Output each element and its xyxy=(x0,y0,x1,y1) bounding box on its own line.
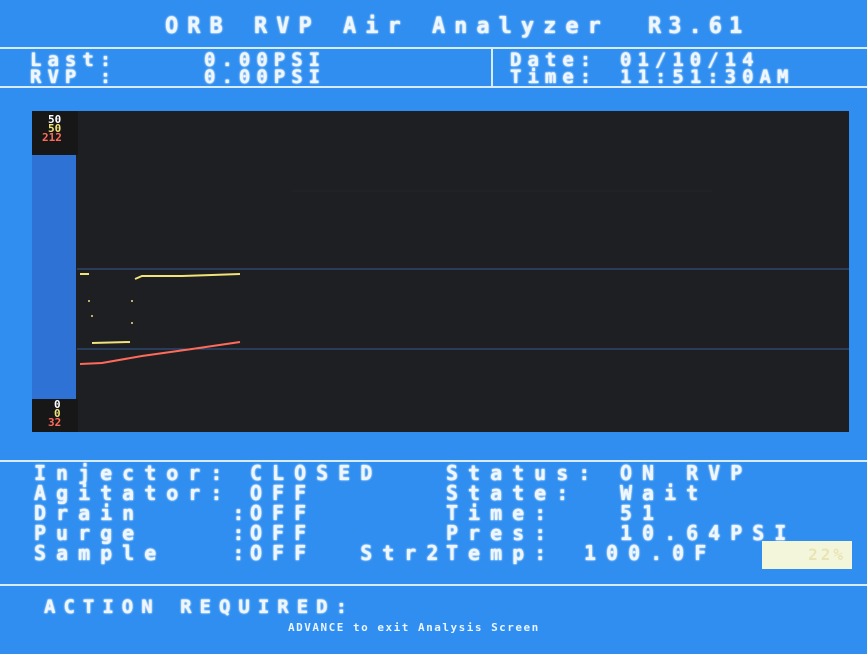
yellow-dot-2 xyxy=(91,315,93,317)
time-value: 11:51:30AM xyxy=(620,66,795,88)
yellow-trace-high xyxy=(134,273,241,280)
rvp-label: RVP : xyxy=(30,66,118,88)
app-title: ORB RVP Air Analyzer xyxy=(165,14,610,39)
temperature-label: Temp: xyxy=(446,541,557,565)
sample-label: Sample : xyxy=(34,541,255,565)
yellow-dot-1 xyxy=(88,300,90,302)
time-label: Time: xyxy=(510,66,598,88)
scale-bottom-box: 0 0 32 xyxy=(32,399,78,432)
yellow-trace-low xyxy=(91,341,131,344)
header-vertical-divider xyxy=(491,47,493,88)
yellow-dot-4 xyxy=(131,322,133,324)
version-label: R3.61 xyxy=(648,14,750,39)
sample-value: OFF Str2 xyxy=(250,541,449,565)
action-required-label: ACTION REQUIRED: xyxy=(44,596,356,618)
scale-column xyxy=(32,111,76,432)
progress-indicator: 22% xyxy=(762,541,852,569)
red-trace xyxy=(79,341,241,365)
temperature-value: 100.0F xyxy=(584,541,717,565)
analysis-graph xyxy=(32,111,849,432)
rvp-value: 0.00PSI xyxy=(204,66,327,88)
status-divider-bottom xyxy=(0,584,867,586)
scale-top-value-3: 212 xyxy=(42,131,62,144)
analyzer-screen: ORB RVP Air Analyzer R3.61 Last: 0.00PSI… xyxy=(0,0,867,654)
advance-instruction: ADVANCE to exit Analysis Screen xyxy=(288,621,540,634)
scale-bottom-value-3: 32 xyxy=(48,416,62,429)
yellow-dot-3 xyxy=(131,300,133,302)
graph-svg xyxy=(77,190,849,365)
scale-top-box: 50 50 212 xyxy=(32,111,78,155)
